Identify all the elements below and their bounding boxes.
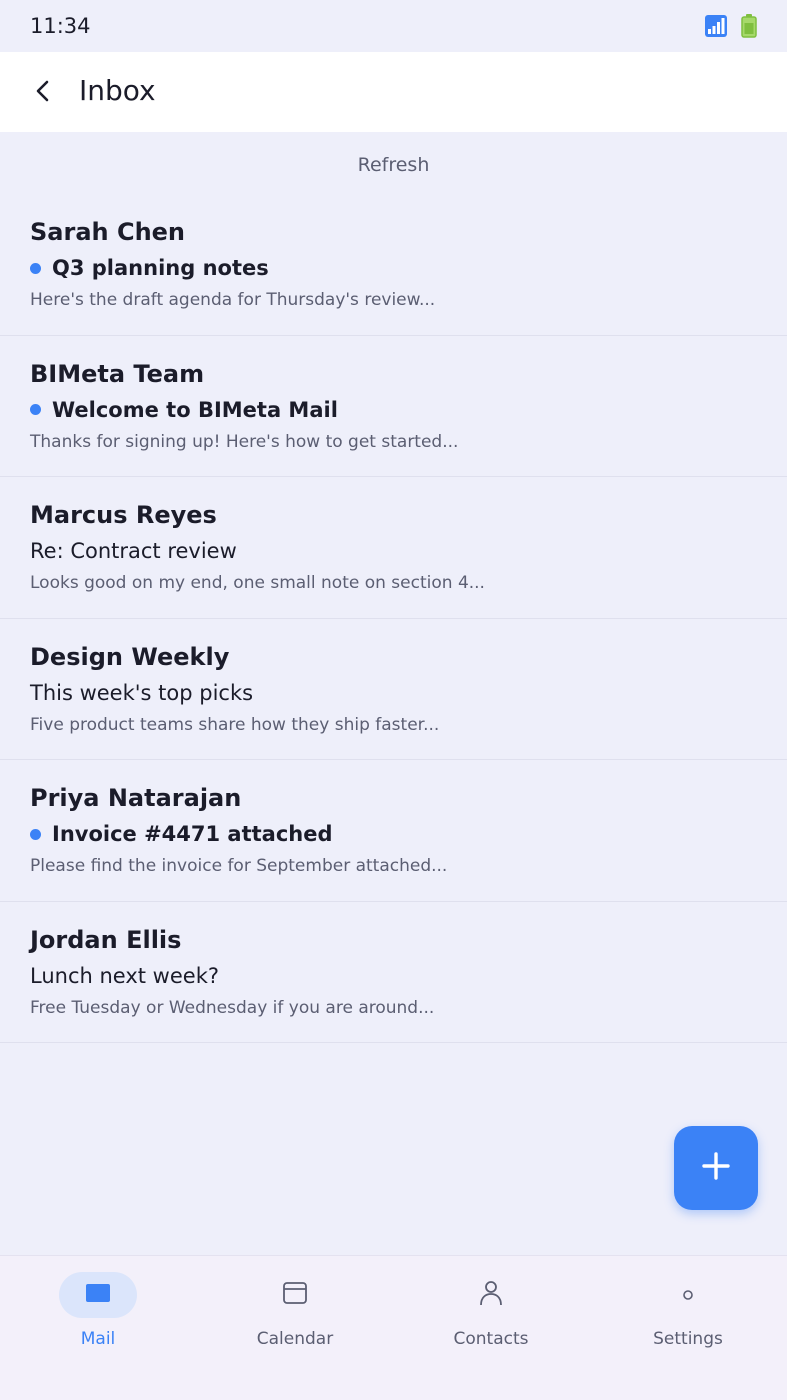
mail-subject: Re: Contract review xyxy=(30,539,237,563)
status-time: 11:34 xyxy=(30,14,91,38)
mail-subject: Welcome to BIMeta Mail xyxy=(52,397,338,422)
mail-subject: Q3 planning notes xyxy=(52,256,269,280)
nav-indicator xyxy=(59,1272,137,1318)
mail-subject: Invoice #4471 attached xyxy=(52,822,333,846)
unread-dot-icon xyxy=(30,828,41,840)
list-item[interactable]: BIMeta Team Welcome to BIMeta Mail Thank… xyxy=(0,336,787,477)
signal-icon xyxy=(705,15,727,41)
mail-icon xyxy=(86,1284,110,1306)
mail-preview: Here's the draft agenda for Thursday's r… xyxy=(30,290,436,310)
list-item[interactable]: Sarah Chen Q3 planning notes Here's the … xyxy=(0,194,787,336)
nav-label: Mail xyxy=(80,1329,116,1349)
list-item[interactable]: Priya Natarajan Invoice #4471 attached P… xyxy=(0,760,787,902)
status-bar: 11:34 xyxy=(0,0,787,52)
nav-indicator xyxy=(452,1272,530,1318)
mail-preview: Five product teams share how they ship f… xyxy=(30,714,440,735)
mail-sender: Jordan Ellis xyxy=(30,925,182,954)
status-icons xyxy=(705,14,757,42)
mail-sender: Sarah Chen xyxy=(30,218,186,246)
mail-subject-row: Q3 planning notes xyxy=(30,256,269,280)
unread-dot-icon xyxy=(30,404,41,415)
mail-preview: Please find the invoice for September at… xyxy=(30,856,448,876)
mail-subject-row: Re: Contract review xyxy=(30,539,237,563)
mail-sender: Design Weekly xyxy=(30,642,230,671)
bottom-nav: Mail Calendar Contacts Settings xyxy=(0,1255,787,1400)
nav-indicator xyxy=(256,1272,334,1318)
nav-item-settings[interactable]: Settings xyxy=(590,1272,786,1372)
unread-dot-icon xyxy=(30,262,41,274)
list-item[interactable]: Design Weekly This week's top picks Five… xyxy=(0,619,787,760)
app-bar: Inbox xyxy=(0,52,787,132)
back-button[interactable] xyxy=(22,72,64,114)
mail-sender: Priya Natarajan xyxy=(30,784,242,812)
plus-icon xyxy=(701,1151,731,1185)
page-title: Inbox xyxy=(79,74,156,107)
mail-preview: Thanks for signing up! Here's how to get… xyxy=(30,431,459,452)
mail-subject-row: This week's top picks xyxy=(30,681,253,705)
mail-sender: Marcus Reyes xyxy=(30,501,217,529)
settings-icon xyxy=(682,1286,694,1305)
list-item[interactable]: Marcus Reyes Re: Contract review Looks g… xyxy=(0,477,787,619)
compose-button[interactable] xyxy=(674,1126,758,1210)
mail-list: Sarah Chen Q3 planning notes Here's the … xyxy=(0,194,787,1043)
refresh-button[interactable]: Refresh xyxy=(0,148,787,182)
mail-subject-row: Invoice #4471 attached xyxy=(30,822,333,846)
person-icon xyxy=(479,1280,503,1310)
calendar-icon xyxy=(283,1282,307,1308)
battery-icon xyxy=(741,14,757,42)
nav-label: Contacts xyxy=(453,1329,529,1349)
mail-subject-row: Lunch next week? xyxy=(30,964,219,988)
mail-preview: Free Tuesday or Wednesday if you are aro… xyxy=(30,997,435,1018)
nav-label: Settings xyxy=(653,1329,723,1349)
nav-item-contacts[interactable]: Contacts xyxy=(393,1272,589,1372)
mail-subject: Lunch next week? xyxy=(30,963,219,988)
chevron-left-icon xyxy=(33,79,53,107)
nav-item-mail[interactable]: Mail xyxy=(0,1272,196,1372)
mail-subject-row: Welcome to BIMeta Mail xyxy=(30,398,338,422)
mail-preview: Looks good on my end, one small note on … xyxy=(30,573,485,593)
nav-label: Calendar xyxy=(256,1329,334,1349)
mail-subject: This week's top picks xyxy=(30,680,254,705)
mail-sender: BIMeta Team xyxy=(30,359,205,388)
nav-item-calendar[interactable]: Calendar xyxy=(197,1272,393,1372)
list-item[interactable]: Jordan Ellis Lunch next week? Free Tuesd… xyxy=(0,902,787,1043)
nav-indicator xyxy=(649,1272,727,1318)
